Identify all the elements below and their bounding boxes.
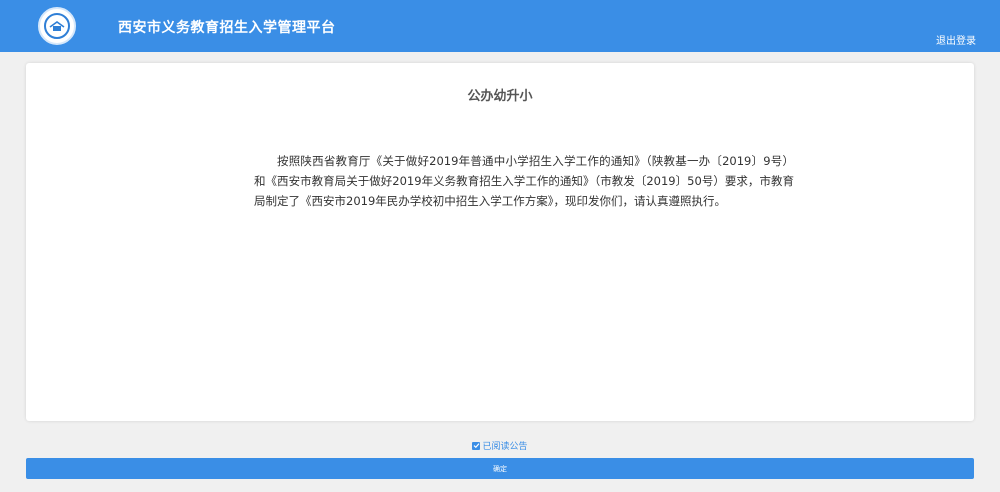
top-header: 西安市义务教育招生入学管理平台 退出登录: [0, 0, 1000, 52]
app-title: 西安市义务教育招生入学管理平台: [118, 20, 336, 36]
acknowledge-label[interactable]: 已阅读公告: [482, 439, 527, 452]
confirm-button[interactable]: 确定: [26, 458, 974, 479]
logout-link[interactable]: 退出登录: [936, 32, 976, 47]
school-emblem-icon: [38, 7, 76, 45]
notice-body: 按照陕西省教育厅《关于做好2019年普通中小学招生入学工作的通知》（陕教基一办〔…: [254, 154, 794, 208]
notice-card: 公办幼升小 按照陕西省教育厅《关于做好2019年普通中小学招生入学工作的通知》（…: [26, 63, 974, 421]
notice-title: 公办幼升小: [467, 89, 533, 104]
acknowledge-row[interactable]: 已阅读公告: [0, 439, 1000, 452]
acknowledge-checkbox[interactable]: [472, 441, 481, 450]
check-icon: [473, 443, 480, 449]
